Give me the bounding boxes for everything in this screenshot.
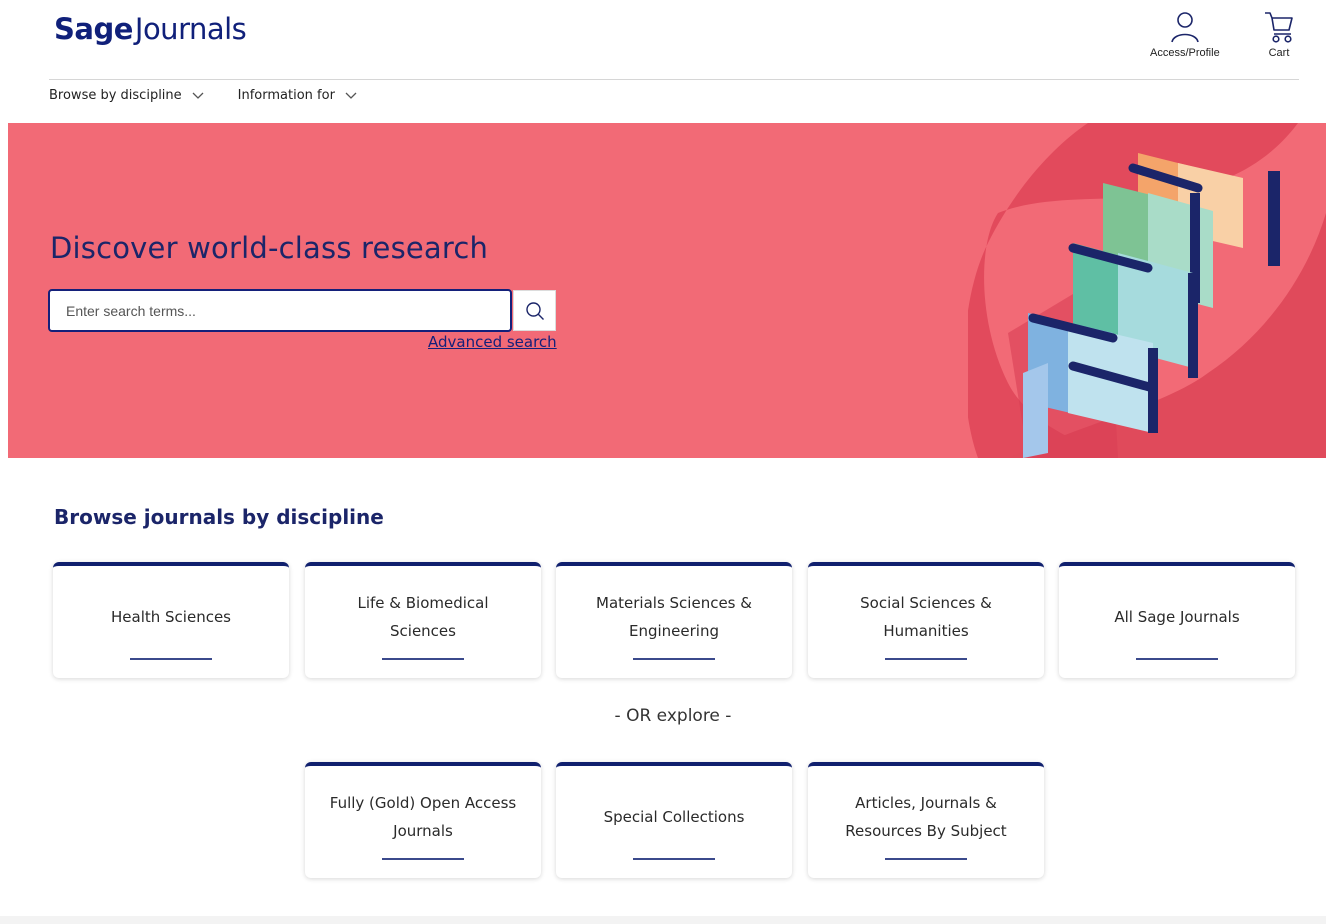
logo-journals: Journals [134,12,247,46]
search-field-wrapper [48,289,512,332]
card-underline [382,858,464,860]
card-underline [130,658,212,660]
card-label: Life & Biomedical Sciences [357,594,489,640]
sage-s-illustration [968,123,1326,458]
card-label: Materials Sciences & Engineering [596,594,752,640]
card-underline [885,858,967,860]
logo-sage: Sage [54,12,133,46]
card-underline [885,658,967,660]
explore-card-by-subject[interactable]: Articles, Journals & Resources By Subjec… [808,762,1044,878]
discipline-card-health-sciences[interactable]: Health Sciences [53,562,289,678]
card-underline [382,658,464,660]
hero-banner: Discover world-class research Advanced s… [8,123,1326,458]
explore-card-special-collections[interactable]: Special Collections [556,762,792,878]
header-divider [49,79,1299,80]
nav-browse-by-discipline[interactable]: Browse by discipline [49,88,204,103]
card-underline [633,658,715,660]
card-label: All Sage Journals [1114,608,1240,626]
cart-button[interactable]: Cart [1262,10,1296,59]
search-button[interactable] [513,290,556,331]
discipline-card-materials-engineering[interactable]: Materials Sciences & Engineering [556,562,792,678]
main-nav: Browse by discipline Information for [49,88,357,103]
card-underline [633,858,715,860]
advanced-search-link[interactable]: Advanced search [428,333,557,351]
footer-strip [0,916,1326,924]
card-label: Special Collections [603,808,745,826]
user-icon [1171,12,1199,43]
sage-journals-logo[interactable]: SageJournals [54,12,247,46]
discipline-card-social-humanities[interactable]: Social Sciences & Humanities [808,562,1044,678]
card-label: Fully (Gold) Open Access Journals [329,794,517,840]
or-explore-divider: - OR explore - [614,706,732,726]
discipline-card-life-biomedical[interactable]: Life & Biomedical Sciences [305,562,541,678]
card-underline [1136,658,1218,660]
cart-label: Cart [1268,47,1290,59]
card-label: Social Sciences & Humanities [860,594,992,640]
chevron-down-icon [345,92,357,99]
explore-card-open-access[interactable]: Fully (Gold) Open Access Journals [305,762,541,878]
hero-title: Discover world-class research [50,231,489,265]
search-input[interactable] [50,291,510,330]
site-header: SageJournals Access/Profile Cart [0,0,1326,80]
browse-section-title: Browse journals by discipline [54,505,384,529]
access-profile-button[interactable]: Access/Profile [1150,10,1220,59]
card-label: Articles, Journals & Resources By Subjec… [845,794,1007,840]
search-icon [525,301,544,320]
discipline-card-all-sage-journals[interactable]: All Sage Journals [1059,562,1295,678]
chevron-down-icon [192,92,204,99]
card-label: Health Sciences [111,608,231,626]
nav-information-for[interactable]: Information for [238,88,357,103]
cart-icon [1265,12,1293,43]
nav-label: Information for [237,88,335,103]
access-profile-label: Access/Profile [1150,47,1220,59]
nav-label: Browse by discipline [49,88,182,103]
